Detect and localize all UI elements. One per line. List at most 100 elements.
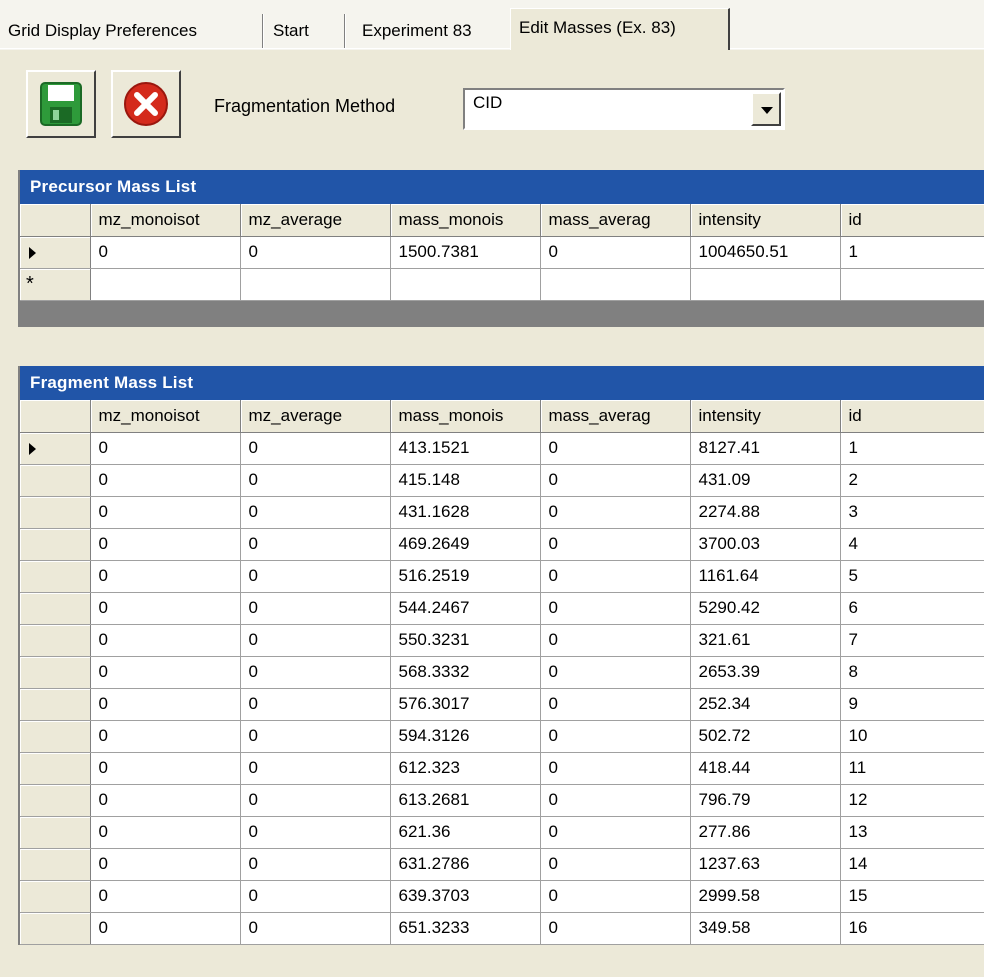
- cell-intensity[interactable]: 418.44: [690, 752, 841, 785]
- row-header[interactable]: [20, 912, 91, 945]
- column-header-mz-monoisot[interactable]: mz_monoisot: [90, 204, 241, 237]
- cell-mass-monois[interactable]: 431.1628: [390, 496, 541, 529]
- cell-mass-monois[interactable]: 621.36: [390, 816, 541, 849]
- cell-id[interactable]: 15: [840, 880, 984, 913]
- cell-intensity[interactable]: 321.61: [690, 624, 841, 657]
- cell-mz-average[interactable]: 0: [240, 816, 391, 849]
- row-header[interactable]: [20, 752, 91, 785]
- table-row[interactable]: 0 0 469.2649 0 3700.03 4: [20, 528, 984, 561]
- cell-id[interactable]: 12: [840, 784, 984, 817]
- column-header-id[interactable]: id: [840, 204, 984, 237]
- cell-intensity[interactable]: 3700.03: [690, 528, 841, 561]
- cell-mass-averag[interactable]: 0: [540, 236, 691, 269]
- cell-mz-monoisot[interactable]: 0: [90, 720, 241, 753]
- tab-start[interactable]: Start: [265, 14, 345, 48]
- cell-id[interactable]: 1: [840, 236, 984, 269]
- cell-mz-monoisot[interactable]: 0: [90, 848, 241, 881]
- column-header-mass-monois[interactable]: mass_monois: [390, 400, 541, 433]
- fragmentation-method-select[interactable]: CID: [463, 88, 785, 130]
- cell-mass-monois[interactable]: 612.323: [390, 752, 541, 785]
- table-row[interactable]: 0 0 639.3703 0 2999.58 15: [20, 880, 984, 913]
- tab-edit-masses[interactable]: Edit Masses (Ex. 83): [510, 8, 730, 50]
- cell-mass-monois[interactable]: 568.3332: [390, 656, 541, 689]
- cell-mz-average[interactable]: 0: [240, 432, 391, 465]
- cell-mass-monois[interactable]: 631.2786: [390, 848, 541, 881]
- cell-mass-monois[interactable]: 651.3233: [390, 912, 541, 945]
- cell-mz-monoisot[interactable]: 0: [90, 560, 241, 593]
- cell-intensity[interactable]: 277.86: [690, 816, 841, 849]
- cell-mz-monoisot[interactable]: 0: [90, 592, 241, 625]
- cell-mz-average[interactable]: 0: [240, 784, 391, 817]
- cell-intensity[interactable]: 796.79: [690, 784, 841, 817]
- cell-mass-averag[interactable]: 0: [540, 720, 691, 753]
- cell-id[interactable]: 5: [840, 560, 984, 593]
- cell-id[interactable]: 2: [840, 464, 984, 497]
- row-header[interactable]: [20, 496, 91, 529]
- table-row[interactable]: 0 0 568.3332 0 2653.39 8: [20, 656, 984, 689]
- cell-mass-averag[interactable]: 0: [540, 432, 691, 465]
- cell-id[interactable]: 14: [840, 848, 984, 881]
- cell-mass-monois[interactable]: 516.2519: [390, 560, 541, 593]
- chevron-down-icon[interactable]: [751, 92, 781, 126]
- column-header-intensity[interactable]: intensity: [690, 204, 841, 237]
- cell-mz-average[interactable]: 0: [240, 560, 391, 593]
- table-row[interactable]: 0 0 651.3233 0 349.58 16: [20, 912, 984, 945]
- cell-mass-monois[interactable]: 1500.7381: [390, 236, 541, 269]
- cell-mass-averag[interactable]: 0: [540, 528, 691, 561]
- cell-mz-average[interactable]: 0: [240, 688, 391, 721]
- row-header[interactable]: [20, 656, 91, 689]
- new-row-cell[interactable]: [240, 268, 391, 301]
- cell-mz-average[interactable]: 0: [240, 656, 391, 689]
- cell-mass-monois[interactable]: 544.2467: [390, 592, 541, 625]
- new-row-cell[interactable]: [540, 268, 691, 301]
- row-header[interactable]: [20, 784, 91, 817]
- cell-mass-monois[interactable]: 415.148: [390, 464, 541, 497]
- cell-id[interactable]: 13: [840, 816, 984, 849]
- new-row-cell[interactable]: [690, 268, 841, 301]
- cell-mz-average[interactable]: 0: [240, 236, 391, 269]
- cell-intensity[interactable]: 8127.41: [690, 432, 841, 465]
- column-header-mass-averag[interactable]: mass_averag: [540, 400, 691, 433]
- column-header-mz-average[interactable]: mz_average: [240, 400, 391, 433]
- cell-mass-monois[interactable]: 576.3017: [390, 688, 541, 721]
- cell-id[interactable]: 11: [840, 752, 984, 785]
- table-row[interactable]: 0 0 415.148 0 431.09 2: [20, 464, 984, 497]
- row-header[interactable]: [20, 848, 91, 881]
- row-header[interactable]: [20, 464, 91, 497]
- cell-mass-averag[interactable]: 0: [540, 752, 691, 785]
- cell-intensity[interactable]: 2999.58: [690, 880, 841, 913]
- row-header[interactable]: [20, 688, 91, 721]
- cell-mz-average[interactable]: 0: [240, 880, 391, 913]
- row-header[interactable]: [20, 592, 91, 625]
- cell-mz-average[interactable]: 0: [240, 464, 391, 497]
- cell-id[interactable]: 16: [840, 912, 984, 945]
- cell-mass-averag[interactable]: 0: [540, 560, 691, 593]
- cell-mz-monoisot[interactable]: 0: [90, 464, 241, 497]
- column-header-intensity[interactable]: intensity: [690, 400, 841, 433]
- table-row[interactable]: 0 0 431.1628 0 2274.88 3: [20, 496, 984, 529]
- table-row[interactable]: 0 0 550.3231 0 321.61 7: [20, 624, 984, 657]
- cell-intensity[interactable]: 1004650.51: [690, 236, 841, 269]
- row-header[interactable]: *: [20, 268, 91, 301]
- table-row[interactable]: 0 0 413.1521 0 8127.41 1: [20, 432, 984, 465]
- new-row-cell[interactable]: [90, 268, 241, 301]
- cell-mass-averag[interactable]: 0: [540, 592, 691, 625]
- row-header[interactable]: [20, 720, 91, 753]
- table-row[interactable]: 0 0 631.2786 0 1237.63 14: [20, 848, 984, 881]
- cell-mz-monoisot[interactable]: 0: [90, 432, 241, 465]
- cell-id[interactable]: 3: [840, 496, 984, 529]
- table-row[interactable]: 0 0 576.3017 0 252.34 9: [20, 688, 984, 721]
- cell-mass-monois[interactable]: 639.3703: [390, 880, 541, 913]
- cell-intensity[interactable]: 502.72: [690, 720, 841, 753]
- cell-mz-monoisot[interactable]: 0: [90, 688, 241, 721]
- new-row-cell[interactable]: [390, 268, 541, 301]
- cell-id[interactable]: 7: [840, 624, 984, 657]
- cell-mass-averag[interactable]: 0: [540, 848, 691, 881]
- cell-mz-monoisot[interactable]: 0: [90, 496, 241, 529]
- cell-id[interactable]: 9: [840, 688, 984, 721]
- cancel-button[interactable]: [111, 70, 181, 138]
- cell-mz-monoisot[interactable]: 0: [90, 784, 241, 817]
- table-row[interactable]: 0 0 612.323 0 418.44 11: [20, 752, 984, 785]
- row-header[interactable]: [20, 816, 91, 849]
- cell-mz-monoisot[interactable]: 0: [90, 912, 241, 945]
